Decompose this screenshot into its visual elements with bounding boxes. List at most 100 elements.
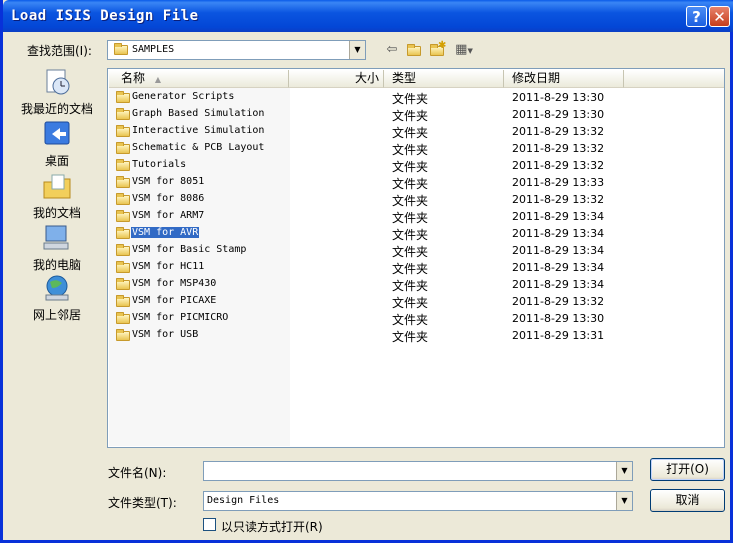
views-menu-icon[interactable]: ▦▼ xyxy=(452,42,476,58)
file-name-cell: VSM for AVR xyxy=(131,227,200,238)
chevron-down-icon[interactable]: ▼ xyxy=(616,462,632,480)
file-name-cell: VSM for ARM7 xyxy=(132,210,205,221)
my-computer-icon xyxy=(42,224,72,252)
file-name-cell: Tutorials xyxy=(132,159,187,170)
file-row[interactable]: VSM for HC11 文件夹 2011-8-29 13:34 xyxy=(112,259,712,276)
read-only-checkbox[interactable] xyxy=(203,518,216,531)
file-row[interactable]: Tutorials 文件夹 2011-8-29 13:32 xyxy=(112,157,712,174)
place-my-computer[interactable]: 我的电脑 xyxy=(17,224,97,273)
place-label: 我最近的文档 xyxy=(20,102,93,116)
column-header-type[interactable]: 类型 xyxy=(384,70,504,88)
file-row[interactable]: VSM for PICMICRO 文件夹 2011-8-29 13:30 xyxy=(112,310,712,327)
file-row[interactable]: VSM for Basic Stamp 文件夹 2011-8-29 13:34 xyxy=(112,242,712,259)
file-type-cell: 文件夹 xyxy=(392,228,429,242)
file-modified-cell: 2011-8-29 13:30 xyxy=(512,108,605,121)
read-only-label: 以只读方式打开(R) xyxy=(221,520,323,534)
file-row[interactable]: Graph Based Simulation 文件夹 2011-8-29 13:30 xyxy=(112,106,712,123)
folder-icon xyxy=(116,91,130,103)
place-network-places[interactable]: 网上邻居 xyxy=(17,274,97,323)
file-type-dropdown[interactable]: Design Files ▼ xyxy=(203,491,633,511)
file-list[interactable]: 名称 ▲ 大小 类型 修改日期 Generator Scripts 文件夹 2011… xyxy=(107,68,725,448)
folder-icon xyxy=(116,295,130,307)
chevron-down-icon[interactable]: ▼ xyxy=(616,492,632,510)
file-modified-cell: 2011-8-29 13:32 xyxy=(512,142,605,155)
file-type-value: Design Files xyxy=(207,495,280,506)
help-button[interactable]: ? xyxy=(686,6,707,27)
file-name-cell: VSM for MSP430 xyxy=(132,278,217,289)
file-modified-cell: 2011-8-29 13:34 xyxy=(512,278,605,291)
folder-icon xyxy=(116,261,130,273)
file-row[interactable]: VSM for PICAXE 文件夹 2011-8-29 13:32 xyxy=(112,293,712,310)
new-folder-icon[interactable]: ✱ xyxy=(428,40,446,58)
column-header-name[interactable]: 名称 ▲ xyxy=(109,70,289,88)
file-row[interactable]: VSM for MSP430 文件夹 2011-8-29 13:34 xyxy=(112,276,712,293)
file-modified-cell: 2011-8-29 13:34 xyxy=(512,210,605,223)
column-modified-label: 修改日期 xyxy=(512,71,561,85)
place-desktop[interactable]: 桌面 xyxy=(17,120,97,169)
column-size-label: 大小 xyxy=(354,71,379,85)
file-type-cell: 文件夹 xyxy=(392,109,429,123)
file-row[interactable]: Schematic & PCB Layout 文件夹 2011-8-29 13:32 xyxy=(112,140,712,157)
folder-icon xyxy=(116,142,130,154)
file-type-label: 文件类型(T): xyxy=(108,496,177,510)
file-modified-cell: 2011-8-29 13:30 xyxy=(512,91,605,104)
file-row[interactable]: VSM for AVR 文件夹 2011-8-29 13:34 xyxy=(112,225,712,242)
file-type-cell: 文件夹 xyxy=(392,143,429,157)
file-type-cell: 文件夹 xyxy=(392,92,429,106)
chevron-down-icon[interactable]: ▼ xyxy=(349,41,365,59)
file-row[interactable]: VSM for 8086 文件夹 2011-8-29 13:32 xyxy=(112,191,712,208)
file-row[interactable]: Interactive Simulation 文件夹 2011-8-29 13:32 xyxy=(112,123,712,140)
folder-icon xyxy=(116,244,130,256)
file-modified-cell: 2011-8-29 13:33 xyxy=(512,176,605,189)
file-type-cell: 文件夹 xyxy=(392,313,429,327)
place-recent-documents[interactable]: 我最近的文档 xyxy=(17,68,97,117)
desktop-icon xyxy=(42,120,72,148)
folder-icon xyxy=(116,176,130,188)
folder-icon xyxy=(116,108,130,120)
column-type-label: 类型 xyxy=(392,71,417,85)
column-header-modified[interactable]: 修改日期 xyxy=(504,70,624,88)
recent-documents-icon xyxy=(42,68,72,96)
file-row[interactable]: VSM for 8051 文件夹 2011-8-29 13:33 xyxy=(112,174,712,191)
back-arrow-icon[interactable]: ⇦ xyxy=(383,42,401,58)
file-row[interactable]: VSM for USB 文件夹 2011-8-29 13:31 xyxy=(112,327,712,344)
sort-ascending-icon: ▲ xyxy=(154,75,161,84)
place-my-documents[interactable]: 我的文档 xyxy=(17,172,97,221)
look-in-value: SAMPLES xyxy=(132,44,175,55)
load-design-dialog: Load ISIS Design File ? ✕ 查找范围(I): SAMPL… xyxy=(0,0,733,543)
close-button[interactable]: ✕ xyxy=(709,6,730,27)
column-name-label: 名称 xyxy=(121,71,146,85)
cancel-button[interactable]: 取消 xyxy=(650,489,725,512)
file-type-cell: 文件夹 xyxy=(392,194,429,208)
folder-icon xyxy=(116,312,130,324)
file-name-cell: VSM for Basic Stamp xyxy=(132,244,247,255)
file-name-cell: VSM for HC11 xyxy=(132,261,205,272)
file-modified-cell: 2011-8-29 13:34 xyxy=(512,261,605,274)
look-in-dropdown[interactable]: SAMPLES ▼ xyxy=(107,40,366,60)
file-modified-cell: 2011-8-29 13:30 xyxy=(512,312,605,325)
folder-icon xyxy=(116,159,130,171)
place-label: 桌面 xyxy=(44,154,69,168)
my-documents-icon xyxy=(42,172,72,200)
column-header-size[interactable]: 大小 xyxy=(289,70,384,88)
folder-icon xyxy=(116,193,130,205)
file-modified-cell: 2011-8-29 13:31 xyxy=(512,329,605,342)
file-name-cell: Generator Scripts xyxy=(132,91,235,102)
file-name-cell: VSM for 8051 xyxy=(132,176,205,187)
folder-up-icon[interactable] xyxy=(405,42,423,58)
file-type-cell: 文件夹 xyxy=(392,279,429,293)
open-button[interactable]: 打开(O) xyxy=(650,458,725,481)
file-name-label: 文件名(N): xyxy=(108,466,167,480)
file-row[interactable]: Generator Scripts 文件夹 2011-8-29 13:30 xyxy=(112,89,712,106)
folder-icon xyxy=(116,125,130,137)
file-type-cell: 文件夹 xyxy=(392,262,429,276)
file-modified-cell: 2011-8-29 13:34 xyxy=(512,244,605,257)
folder-icon xyxy=(116,210,130,222)
file-name-input[interactable]: ▼ xyxy=(203,461,633,481)
place-label: 网上邻居 xyxy=(32,308,81,322)
network-places-icon xyxy=(42,274,72,302)
dialog-title: Load ISIS Design File xyxy=(11,8,199,24)
file-row[interactable]: VSM for ARM7 文件夹 2011-8-29 13:34 xyxy=(112,208,712,225)
file-modified-cell: 2011-8-29 13:32 xyxy=(512,193,605,206)
file-name-cell: Graph Based Simulation xyxy=(132,108,265,119)
